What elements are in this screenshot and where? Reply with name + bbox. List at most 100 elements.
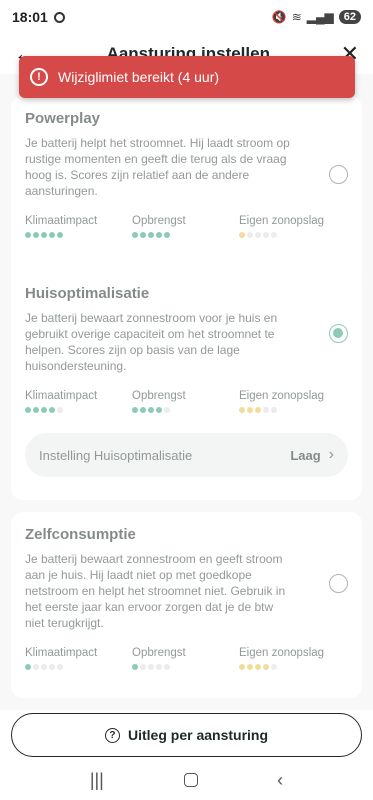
mute-icon: 🔇 [271, 10, 287, 24]
score-dot [132, 407, 138, 413]
score-dot [164, 664, 170, 670]
score-dot [271, 232, 277, 238]
score-dot [164, 232, 170, 238]
option-metrics: Klimaatimpact Opbrengst Eigen zonopslag [25, 647, 348, 670]
score-dot [25, 232, 31, 238]
score-dot [57, 664, 63, 670]
score-dots [132, 407, 239, 413]
back-nav-icon[interactable]: ‹ [277, 770, 283, 791]
score-dot [148, 407, 154, 413]
huisoptimalisatie-setting-row[interactable]: Instelling Huisoptimalisatie Laag › [25, 433, 348, 477]
option-description: Je batterij helpt het stroomnet. Hij laa… [25, 136, 290, 198]
metric-revenue: Opbrengst [132, 390, 239, 413]
score-dot [140, 232, 146, 238]
option-title: Powerplay [25, 110, 101, 127]
system-nav-bar: ||| ‹ [0, 760, 373, 800]
score-dot [132, 232, 138, 238]
setting-value: Laag [290, 447, 321, 463]
metric-self: Eigen zonopslag [239, 215, 346, 238]
metric-climate: Klimaatimpact [25, 390, 132, 413]
option-description: Je batterij bewaart zonnestroom voor je … [25, 311, 278, 373]
score-dots [132, 232, 239, 238]
status-icons: 🔇 ≋ ▂▄▆ 62 [272, 10, 361, 24]
score-dots [25, 407, 132, 413]
metric-self: Eigen zonopslag [239, 647, 346, 670]
metric-label: Opbrengst [132, 390, 186, 402]
score-dot [255, 664, 261, 670]
metric-label: Opbrengst [132, 215, 186, 227]
score-dots [132, 664, 239, 670]
option-title: Huisoptimalisatie [25, 285, 150, 302]
score-dot [140, 407, 146, 413]
score-dot [239, 664, 245, 670]
metric-self: Eigen zonopslag [239, 390, 346, 413]
score-dot [148, 232, 154, 238]
score-dot [263, 664, 269, 670]
score-dot [33, 232, 39, 238]
score-dot [247, 232, 253, 238]
score-dot [33, 407, 39, 413]
score-dot [164, 407, 170, 413]
metric-label: Eigen zonopslag [239, 215, 325, 227]
score-dot [49, 664, 55, 670]
metric-label: Eigen zonopslag [239, 647, 325, 659]
score-dot [156, 664, 162, 670]
metric-label: Opbrengst [132, 647, 186, 659]
score-dot [263, 232, 269, 238]
score-dots [25, 664, 132, 670]
metric-climate: Klimaatimpact [25, 215, 132, 238]
home-icon[interactable] [183, 773, 198, 787]
score-dot [148, 664, 154, 670]
option-metrics: Klimaatimpact Opbrengst Eigen zonopslag [25, 390, 348, 413]
error-toast: ! Wijziglimiet bereikt (4 uur) [19, 56, 355, 98]
score-dot [140, 664, 146, 670]
score-dot [263, 407, 269, 413]
chevron-right-icon: › [328, 446, 334, 463]
score-dot [57, 407, 63, 413]
score-dots [25, 232, 132, 238]
signal-icon: ▂▄▆ [306, 10, 334, 24]
score-dot [33, 664, 39, 670]
score-dots [239, 232, 346, 238]
score-dot [41, 232, 47, 238]
metric-label: Klimaatimpact [25, 215, 98, 227]
option-card-zelfconsumptie[interactable]: Zelfconsumptie Je batterij bewaart zonne… [11, 512, 362, 698]
radio-zelfconsumptie[interactable] [329, 574, 348, 593]
radio-powerplay[interactable] [329, 165, 348, 184]
explanation-button-label: Uitleg per aansturing [127, 727, 269, 743]
question-icon: ? [104, 727, 120, 743]
option-title: Zelfconsumptie [25, 526, 136, 543]
option-card-powerplay[interactable]: Powerplay Je batterij helpt het stroomne… [11, 96, 362, 286]
score-dot [156, 407, 162, 413]
metric-climate: Klimaatimpact [25, 647, 132, 670]
wifi-icon: ≋ [291, 10, 302, 24]
metric-label: Klimaatimpact [25, 647, 98, 659]
radio-huisoptimalisatie[interactable] [329, 324, 348, 343]
score-dot [239, 407, 245, 413]
status-time: 18:01 [12, 9, 48, 25]
metric-revenue: Opbrengst [132, 215, 239, 238]
score-dot [255, 232, 261, 238]
option-card-huisoptimalisatie[interactable]: Huisoptimalisatie Je batterij bewaart zo… [11, 271, 362, 500]
score-dot [41, 407, 47, 413]
option-description: Je batterij bewaart zonnestroom en geeft… [25, 552, 286, 630]
score-dot [57, 232, 63, 238]
explanation-button[interactable]: ? Uitleg per aansturing [11, 713, 362, 757]
score-dot [255, 407, 261, 413]
toast-message: Wijziglimiet bereikt (4 uur) [58, 69, 220, 85]
score-dots [239, 407, 346, 413]
score-dot [247, 664, 253, 670]
metric-revenue: Opbrengst [132, 647, 239, 670]
score-dot [156, 232, 162, 238]
score-dot [239, 232, 245, 238]
options-list: Powerplay Je batterij helpt het stroomne… [0, 74, 373, 710]
battery-indicator: 62 [338, 10, 361, 24]
score-dot [25, 407, 31, 413]
recents-icon[interactable]: ||| [90, 770, 104, 791]
score-dot [41, 664, 47, 670]
score-dot [49, 232, 55, 238]
score-dot [49, 407, 55, 413]
status-circle-icon [53, 11, 65, 23]
metric-label: Klimaatimpact [25, 390, 98, 402]
score-dots [239, 664, 346, 670]
